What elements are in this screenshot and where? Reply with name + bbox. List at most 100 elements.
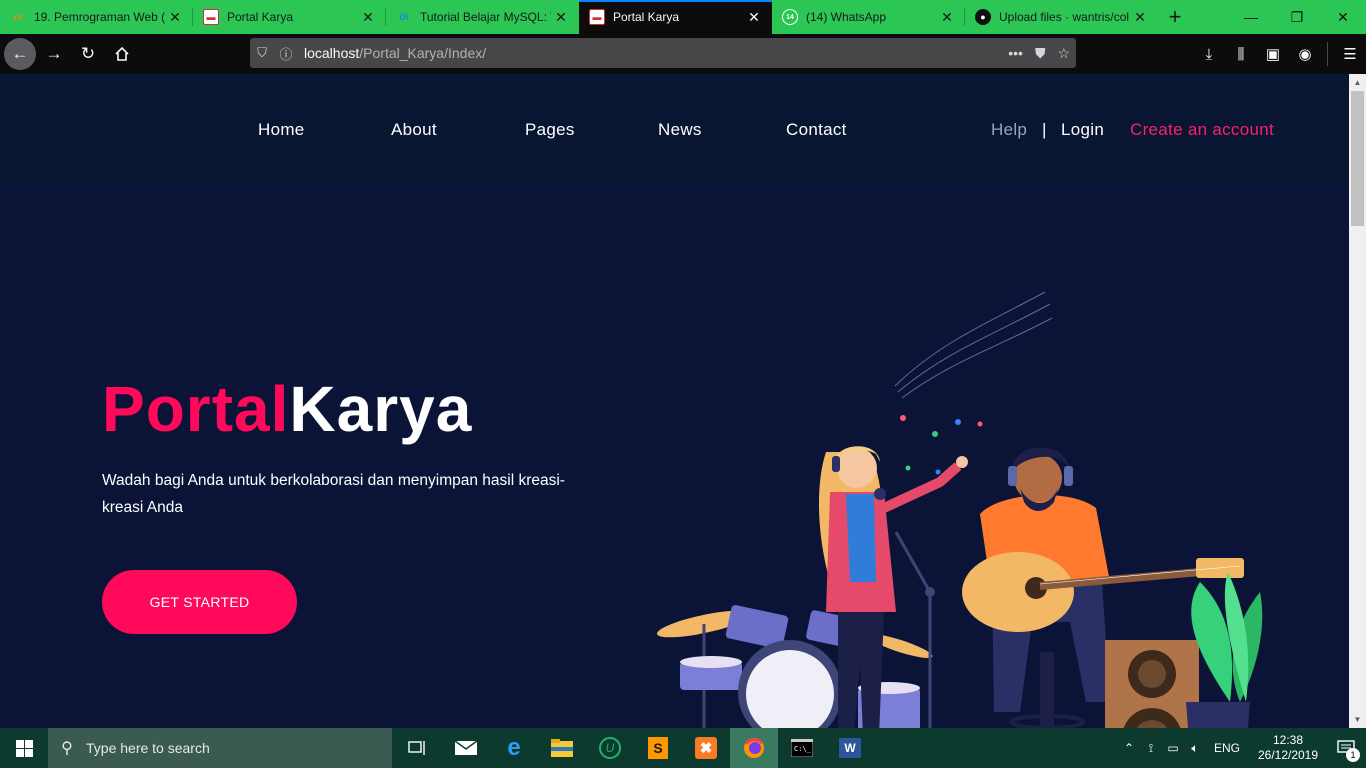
tab-title: 19. Pemrograman Web (F <box>34 10 165 24</box>
window-controls: — ❐ ✕ <box>1228 0 1366 34</box>
page-actions-icon[interactable]: ••• <box>1008 45 1023 62</box>
close-tab-icon[interactable]: ✕ <box>358 9 378 26</box>
page-icon: ▬ <box>203 9 219 25</box>
pocket-icon[interactable]: ⛊ <box>1035 45 1046 62</box>
search-icon: ⚲ <box>61 740 73 757</box>
address-bar[interactable]: ⛉ ⓘ localhost/Portal_Karya/Index/ ••• ⛊ … <box>250 38 1076 68</box>
github-icon: ● <box>975 9 991 25</box>
new-tab-button[interactable]: + <box>1158 0 1192 34</box>
nav-help[interactable]: Help <box>991 120 1027 140</box>
word-icon[interactable]: W <box>826 728 874 768</box>
close-tab-icon[interactable]: ✕ <box>1130 9 1150 26</box>
close-window-icon[interactable]: ✕ <box>1320 0 1366 34</box>
show-hidden-icons-icon[interactable]: ⌃ <box>1118 741 1140 755</box>
clock-date: 26/12/2019 <box>1257 748 1319 762</box>
nav-divider: | <box>1042 120 1047 139</box>
volume-icon[interactable]: 🔈︎ <box>1184 741 1206 756</box>
nav-login[interactable]: Login <box>1061 120 1104 140</box>
web-page: Home About Pages News Contact Help | Log… <box>0 74 1349 728</box>
duniailkom-icon: Di <box>399 12 409 22</box>
get-started-button[interactable]: GET STARTED <box>102 570 297 634</box>
whatsapp-icon: 14 <box>782 9 798 25</box>
close-tab-icon[interactable]: ✕ <box>165 9 185 26</box>
drum-kit <box>657 605 933 728</box>
nav-news[interactable]: News <box>658 120 702 140</box>
speaker-cabinet <box>1105 640 1199 728</box>
brand-part-portal: Portal <box>102 373 290 445</box>
taskbar-search-box[interactable]: ⚲ Type here to search <box>48 728 392 768</box>
reload-icon[interactable]: ↻ <box>72 38 104 70</box>
forward-icon[interactable]: → <box>38 38 70 70</box>
brand-part-karya: Karya <box>289 373 473 445</box>
clock-time: 12:38 <box>1272 733 1304 747</box>
edge-browser-icon[interactable]: e <box>490 728 538 768</box>
page-icon: ▬ <box>589 9 605 25</box>
battery-icon[interactable]: ▭ <box>1162 741 1184 755</box>
close-tab-icon[interactable]: ✕ <box>937 9 957 26</box>
tab-portal-karya-1[interactable]: ▬ Portal Karya ✕ <box>193 0 386 34</box>
account-icon[interactable]: ◉ <box>1289 45 1321 63</box>
tab-title: (14) WhatsApp <box>806 10 887 24</box>
notification-badge: 1 <box>1346 748 1360 762</box>
tab-tutorial-mysql[interactable]: Di Tutorial Belajar MySQL: T ✕ <box>386 0 579 34</box>
musicians-illustration <box>657 291 1263 728</box>
tab-pemrograman-web[interactable]: m 19. Pemrograman Web (F ✕ <box>0 0 193 34</box>
firefox-icon[interactable] <box>730 728 778 768</box>
close-tab-icon[interactable]: ✕ <box>744 9 764 26</box>
minimize-icon[interactable]: — <box>1228 0 1274 34</box>
hero-brand-title: PortalKarya <box>102 372 472 446</box>
toolbar-separator <box>1327 42 1328 66</box>
command-prompt-icon[interactable]: C:\_ <box>778 728 826 768</box>
hero-tagline: Wadah bagi Anda untuk berkolaborasi dan … <box>102 472 565 516</box>
system-tray: ⌃ ⟟ ▭ 🔈︎ ENG 12:38 26/12/2019 1 <box>1118 728 1366 768</box>
windows-start-icon[interactable] <box>0 728 48 768</box>
xampp-icon[interactable]: ✖ <box>682 728 730 768</box>
mail-icon[interactable] <box>442 728 490 768</box>
file-explorer-icon[interactable] <box>538 728 586 768</box>
url-host: localhost <box>304 45 360 61</box>
network-icon[interactable]: ⟟ <box>1140 741 1162 756</box>
site-info-icon[interactable]: ⓘ <box>274 44 298 63</box>
site-navbar: Home About Pages News Contact Help | Log… <box>0 74 1349 185</box>
upwork-icon[interactable]: U <box>586 728 634 768</box>
nav-pages[interactable]: Pages <box>525 120 575 140</box>
library-icon[interactable]: ⫼ <box>1225 46 1257 63</box>
svg-text:C:\_: C:\_ <box>794 745 812 753</box>
tab-title: Portal Karya <box>613 10 680 24</box>
tab-title: Tutorial Belajar MySQL: T <box>420 10 551 24</box>
nav-create-account[interactable]: Create an account <box>1130 120 1274 140</box>
scrollbar-thumb[interactable] <box>1351 91 1364 226</box>
sublime-text-icon[interactable]: S <box>634 728 682 768</box>
language-indicator[interactable]: ENG <box>1214 741 1240 755</box>
menu-icon[interactable]: ☰ <box>1334 45 1366 63</box>
close-tab-icon[interactable]: ✕ <box>551 9 571 26</box>
page-scrollbar[interactable]: ▲ ▼ <box>1349 74 1366 728</box>
tab-title: Portal Karya <box>227 10 294 24</box>
action-center-icon[interactable]: 1 <box>1326 728 1366 768</box>
nav-about[interactable]: About <box>391 120 437 140</box>
scroll-down-icon[interactable]: ▼ <box>1349 711 1366 728</box>
taskbar-clock[interactable]: 12:38 26/12/2019 <box>1250 733 1326 763</box>
restore-icon[interactable]: ❐ <box>1274 0 1320 34</box>
toolbar-right: ⤓ ⫼ ▣ ◉ ☰ <box>1193 34 1366 74</box>
sidebar-icon[interactable]: ▣ <box>1257 45 1289 63</box>
windows-taskbar: ⚲ Type here to search e U S ✖ C:\_ W ⌃ ⟟… <box>0 728 1366 768</box>
bookmark-star-icon[interactable]: ☆ <box>1057 45 1070 62</box>
nav-home[interactable]: Home <box>258 120 305 140</box>
scroll-up-icon[interactable]: ▲ <box>1349 74 1366 91</box>
nav-contact[interactable]: Contact <box>786 120 847 140</box>
download-icon[interactable]: ⤓ <box>1193 46 1225 63</box>
tab-portal-karya-active[interactable]: ▬ Portal Karya ✕ <box>579 0 772 34</box>
home-icon[interactable] <box>106 38 138 70</box>
back-icon[interactable]: ← <box>4 38 36 70</box>
task-view-icon[interactable] <box>394 728 442 768</box>
browser-tab-strip: m 19. Pemrograman Web (F ✕ ▬ Portal Kary… <box>0 0 1366 34</box>
tab-whatsapp[interactable]: 14 (14) WhatsApp ✕ <box>772 0 965 34</box>
tab-github-upload[interactable]: ● Upload files · wantris/col ✕ <box>965 0 1158 34</box>
tab-title: Upload files · wantris/col <box>999 10 1130 24</box>
tracking-shield-icon[interactable]: ⛉ <box>250 45 274 61</box>
music-notes-decoration <box>894 291 1053 399</box>
moodle-icon: m <box>13 12 22 22</box>
search-placeholder: Type here to search <box>86 740 210 756</box>
browser-toolbar: ← → ↻ ⛉ ⓘ localhost/Portal_Karya/Index/ … <box>0 34 1366 74</box>
